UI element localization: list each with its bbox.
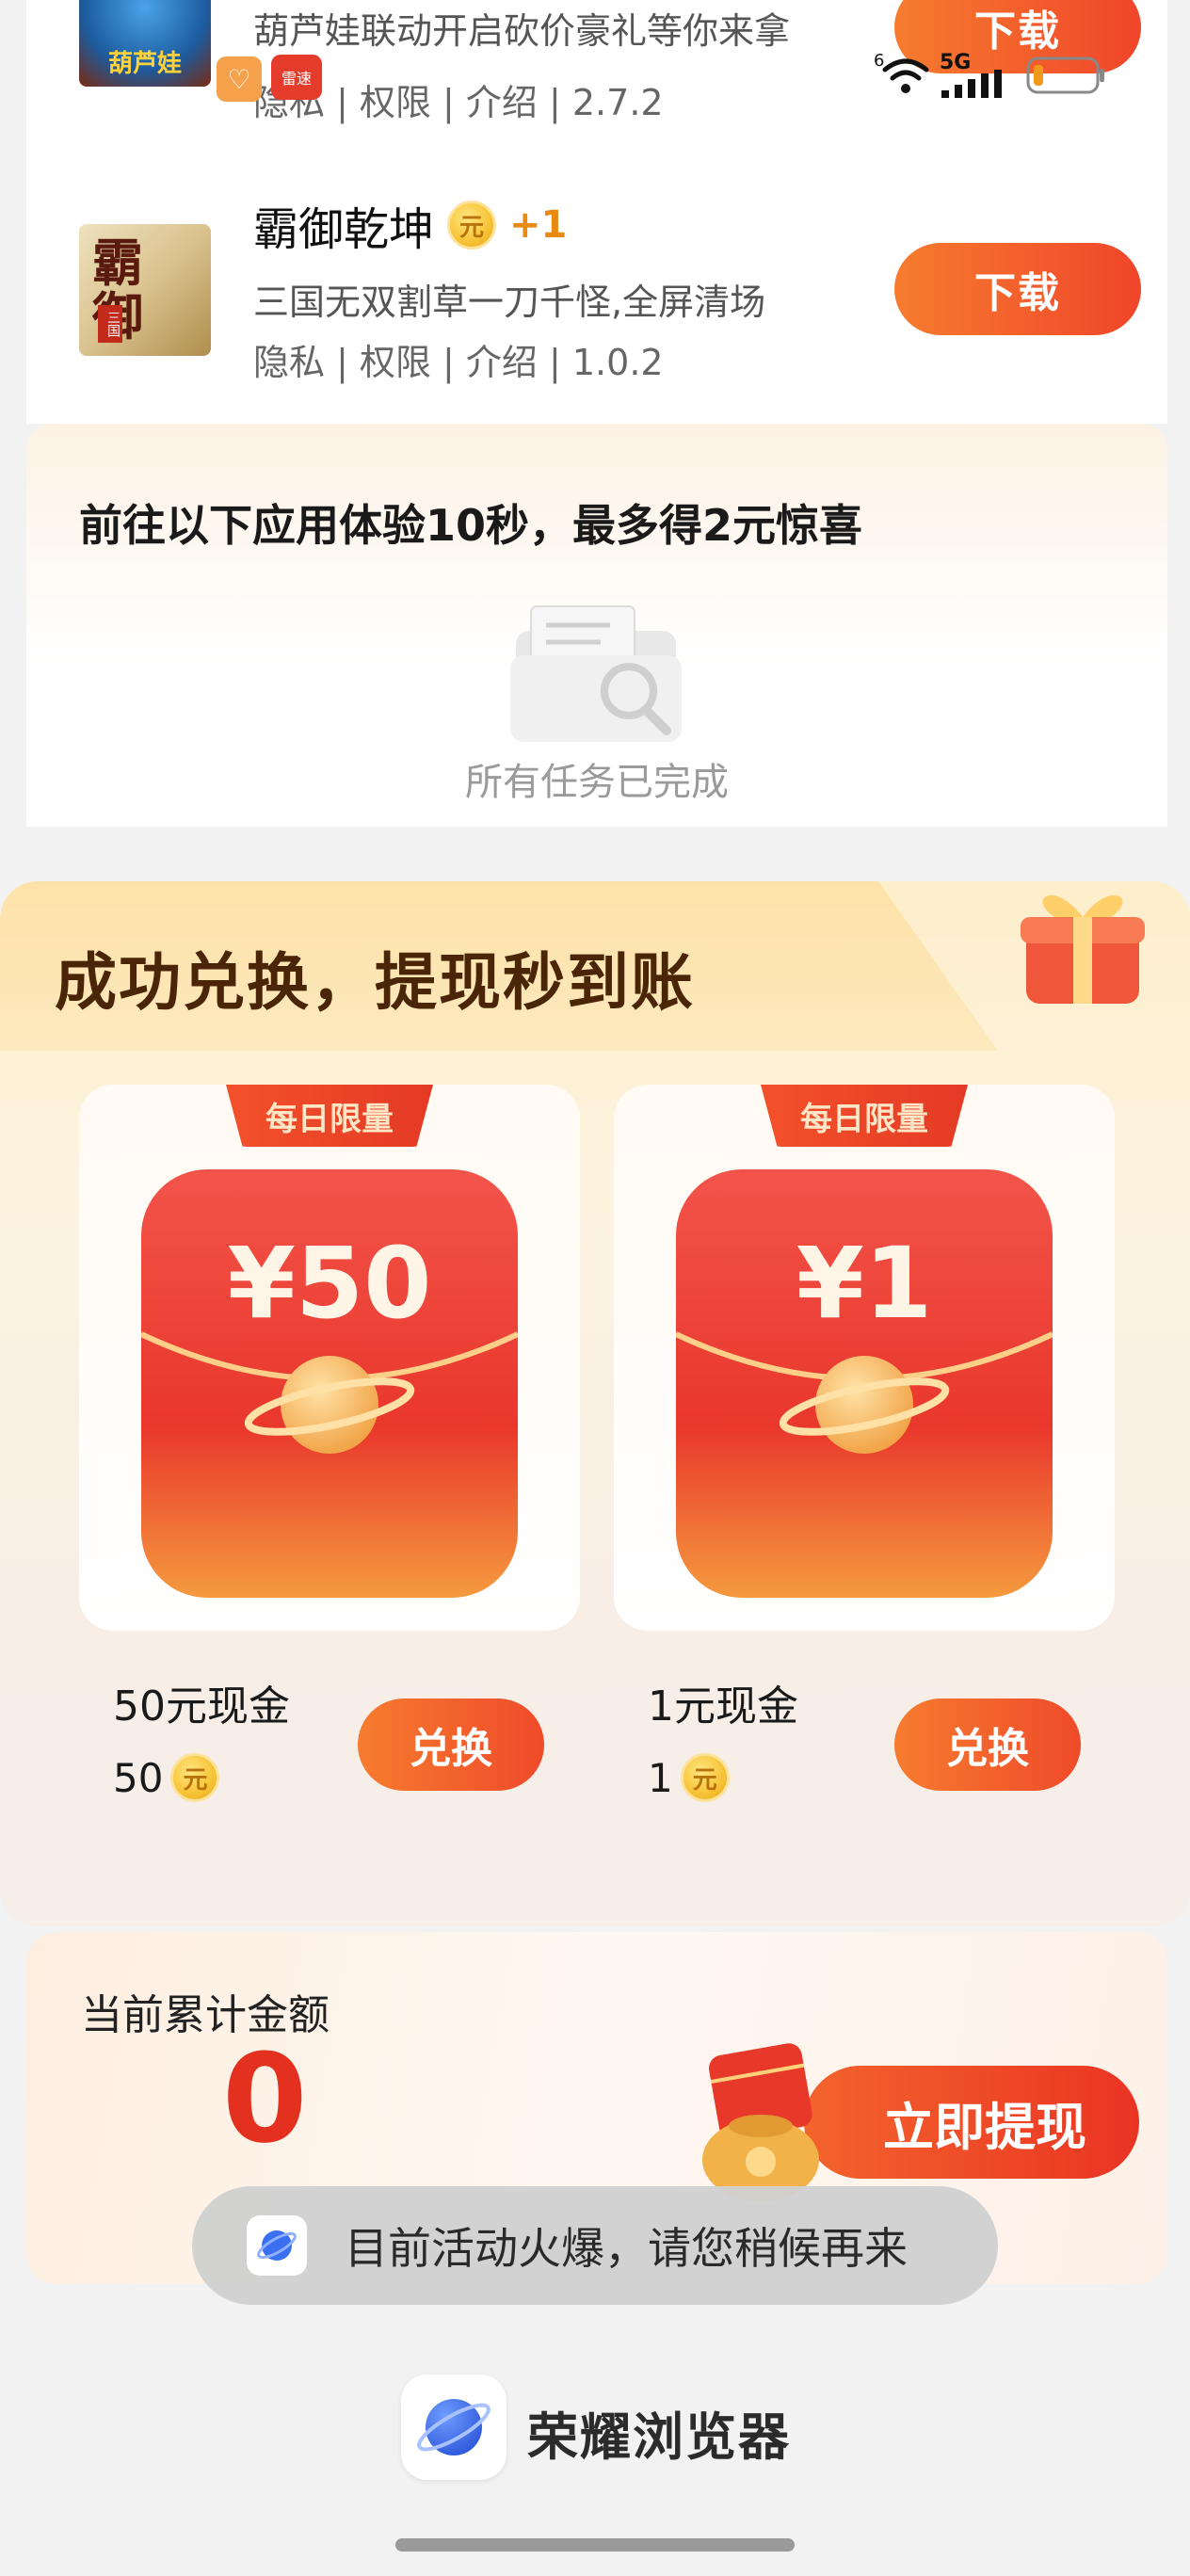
prize-cost: 1 元 [648, 1753, 730, 1802]
app-icon-calabash[interactable]: 葫芦娃 [79, 0, 211, 87]
daily-limit-tag: 每日限量 [226, 1085, 433, 1147]
reward-badge: +1 [509, 203, 568, 247]
empty-folder-icon [510, 605, 682, 742]
balance-value: 0 [222, 2027, 308, 2170]
prize-cost-value: 1 [648, 1754, 673, 1801]
download-button[interactable]: 下载 [894, 0, 1141, 73]
coin-icon: 元 [170, 1753, 220, 1802]
browser-planet-icon [247, 2215, 307, 2276]
prize-cost: 50 元 [113, 1753, 220, 1802]
exchange-section: 成功兑换，提现秒到账 每日限量 ¥50 每日限量 ¥1 50元现金 50 元 兑… [0, 881, 1190, 1926]
browser-brand-name: 荣耀浏览器 [527, 2407, 791, 2467]
app-icon-label: 葫芦娃 [107, 50, 182, 78]
red-envelope: ¥50 [141, 1169, 518, 1598]
exchange-button[interactable]: 兑换 [894, 1699, 1081, 1791]
browser-logo-icon [401, 2375, 507, 2480]
prize-name: 50元现金 [113, 1682, 290, 1731]
app-icon-sublabel: 三国 [98, 305, 122, 343]
toast-message: 目前活动火爆，请您稍候再来 [345, 2223, 908, 2274]
daily-limit-tag: 每日限量 [761, 1085, 968, 1147]
app-list-card: 葫芦娃 葫芦娃联动开启砍价豪礼等你来拿 隐私 | 权限 | 介绍 | 2.7.2… [26, 0, 1167, 424]
app-title: 霸御乾坤 [253, 203, 435, 256]
red-envelope: ¥1 [676, 1169, 1053, 1598]
empty-state-text: 所有任务已完成 [465, 761, 729, 804]
task-heading: 前往以下应用体验10秒，最多得2元惊喜 [79, 500, 863, 551]
coin-icon: 元 [680, 1753, 730, 1802]
exchange-button[interactable]: 兑换 [358, 1699, 544, 1791]
prize-card-50[interactable]: 每日限量 ¥50 [79, 1085, 580, 1631]
envelope-amount: ¥1 [796, 1226, 933, 1341]
exchange-title: 成功兑换，提现秒到账 [55, 946, 695, 1019]
download-button[interactable]: 下载 [894, 243, 1141, 335]
app-desc: 三国无双割草一刀千怪,全屏清场 [253, 282, 766, 323]
prize-card-1[interactable]: 每日限量 ¥1 [614, 1085, 1115, 1631]
app-row[interactable]: 霸御 三国 霸御乾坤 元 +1 三国无双割草一刀千怪,全屏清场 隐私 | 权限 … [26, 188, 1167, 386]
app-meta-links[interactable]: 隐私 | 权限 | 介绍 | 1.0.2 [253, 333, 664, 385]
app-title-row: 霸御乾坤 元 +1 [253, 192, 567, 258]
app-row[interactable]: 葫芦娃 葫芦娃联动开启砍价豪礼等你来拿 隐私 | 权限 | 介绍 | 2.7.2… [26, 0, 1167, 137]
envelope-amount: ¥50 [227, 1226, 432, 1341]
app-icon-bayu[interactable]: 霸御 三国 [79, 224, 211, 356]
app-meta-links[interactable]: 隐私 | 权限 | 介绍 | 2.7.2 [253, 73, 664, 125]
home-indicator[interactable] [395, 2538, 795, 2552]
gift-box-icon [1021, 894, 1145, 1004]
toast: 目前活动火爆，请您稍候再来 [192, 2186, 998, 2305]
app-desc: 葫芦娃联动开启砍价豪礼等你来拿 [253, 10, 791, 52]
task-card: 前往以下应用体验10秒，最多得2元惊喜 所有任务已完成 [26, 424, 1167, 827]
prize-name: 1元现金 [648, 1682, 798, 1731]
lucky-bag-icon [702, 2043, 819, 2201]
coin-icon: 元 [447, 201, 497, 250]
prize-cost-value: 50 [113, 1754, 164, 1801]
